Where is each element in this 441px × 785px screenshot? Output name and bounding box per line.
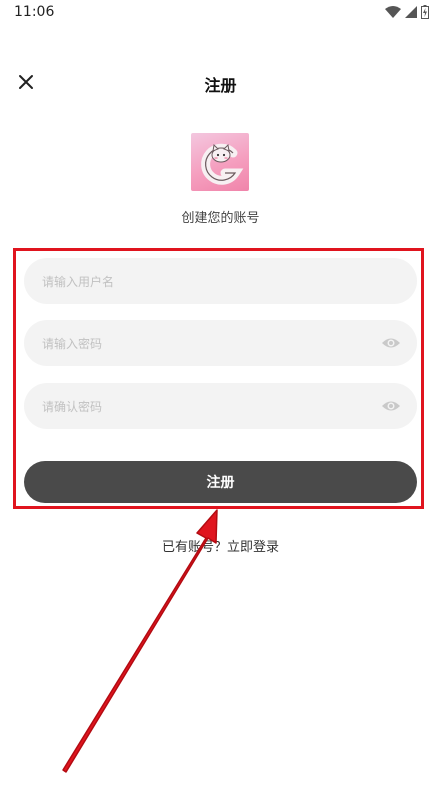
battery-icon xyxy=(421,5,429,19)
signal-icon xyxy=(405,6,417,18)
page-title: 注册 xyxy=(204,76,237,95)
app-logo xyxy=(191,133,249,191)
status-bar: 11:06 xyxy=(0,0,441,24)
status-time: 11:06 xyxy=(14,4,55,20)
login-link[interactable]: 已有账号？立即登录 xyxy=(162,540,279,555)
highlight-box xyxy=(13,248,424,509)
login-prompt: 已有账号？立即登录 xyxy=(0,536,441,555)
create-account-subtitle: 创建您的账号 xyxy=(181,211,260,226)
wifi-icon xyxy=(385,6,401,18)
screen: 11:06 注册 创建您的账号 请输入用户名 注册 已有账号？立即登录 xyxy=(0,0,441,785)
cat-logo-icon xyxy=(201,143,244,185)
status-icons xyxy=(385,5,429,19)
